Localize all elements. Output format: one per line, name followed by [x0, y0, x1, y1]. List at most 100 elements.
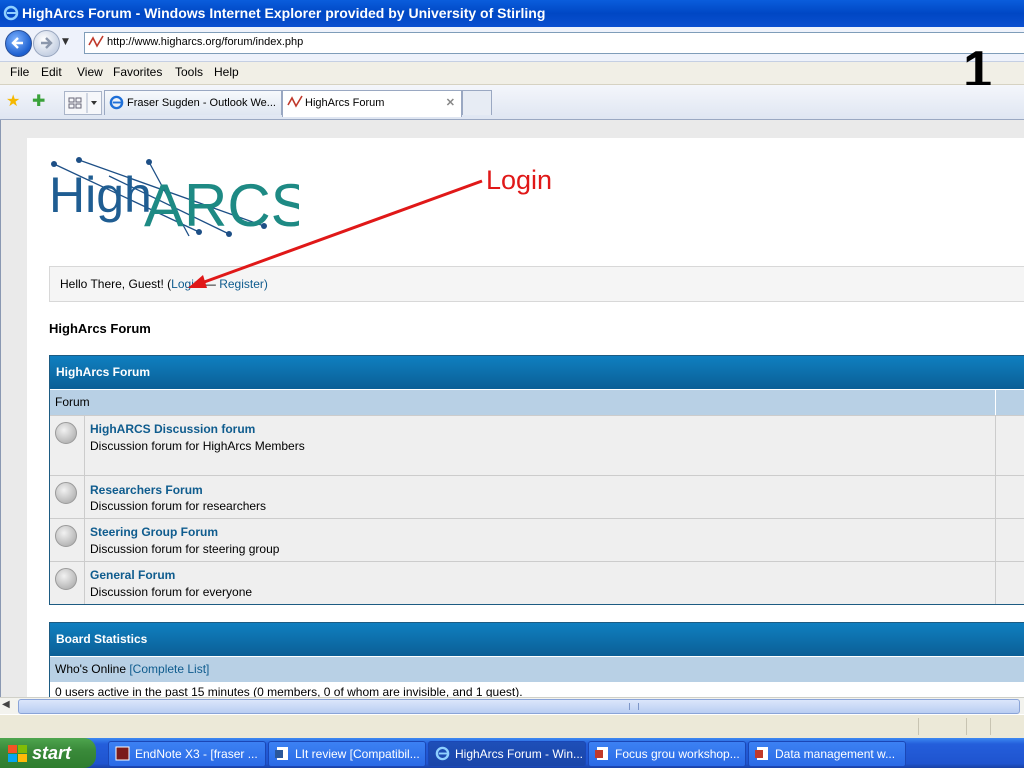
status-segment — [990, 718, 991, 735]
register-link[interactable]: Register — [219, 277, 264, 291]
tab-outlook[interactable]: Fraser Sugden - Outlook We... — [104, 90, 282, 115]
forum-stats-cell — [995, 519, 1024, 561]
word-document-icon — [595, 747, 608, 760]
start-button[interactable]: start — [0, 738, 96, 768]
internet-explorer-icon — [435, 746, 450, 761]
column-forum-label: Forum — [55, 395, 90, 409]
table-row: General Forum Discussion forum for every… — [50, 561, 1024, 604]
column-divider — [995, 390, 1024, 415]
board-statistics-table: Board Statistics Who's Online [Complete … — [49, 622, 1024, 697]
complete-list-link[interactable]: [Complete List] — [129, 662, 209, 676]
svg-text:ARCS: ARCS — [144, 172, 299, 238]
tab-label: Fraser Sugden - Outlook We... — [127, 97, 276, 109]
welcome-greeting: Hello There, Guest! ( — [60, 277, 172, 291]
endnote-icon — [115, 746, 130, 761]
window-title: HighArcs Forum - Windows Internet Explor… — [22, 5, 546, 21]
internet-explorer-icon — [3, 5, 19, 21]
tab-bar: ★ ✚ Fraser Sugden - Outlook We... HighAr… — [0, 85, 1024, 120]
horizontal-scrollbar[interactable]: ◀ — [0, 697, 1024, 714]
taskbar-item-data-management[interactable]: Data management w... — [748, 741, 906, 767]
taskbar-item-internet-explorer[interactable]: HighArcs Forum - Win... — [428, 741, 586, 767]
table-row: Steering Group Forum Discussion forum fo… — [50, 518, 1024, 561]
table-row: Researchers Forum Discussion forum for r… — [50, 475, 1024, 518]
close-tab-icon[interactable]: ✕ — [446, 91, 455, 115]
forward-arrow-icon — [41, 37, 53, 49]
welcome-separator: — — [200, 277, 220, 291]
forward-button[interactable] — [33, 30, 60, 57]
forum-status-icon — [50, 562, 85, 604]
back-arrow-icon — [11, 37, 23, 49]
forum-link-steering-group[interactable]: Steering Group Forum — [90, 525, 218, 539]
menu-help[interactable]: Help — [214, 65, 239, 79]
forum-status-icon — [50, 476, 85, 518]
tab-higharcs-forum[interactable]: HighArcs Forum ✕ — [282, 90, 462, 117]
task-label: EndNote X3 - [fraser ... — [135, 747, 258, 761]
new-tab-button[interactable] — [462, 90, 492, 115]
status-bar — [0, 714, 1024, 739]
forum-column-header: Forum — [50, 389, 1024, 415]
whos-online-label: Who's Online — [55, 662, 126, 676]
forum-description: Discussion forum for HighArcs Members — [90, 439, 305, 453]
taskbar-item-endnote[interactable]: EndNote X3 - [fraser ... — [108, 741, 266, 767]
windows-taskbar: start EndNote X3 - [fraser ... LIt revie… — [0, 738, 1024, 768]
start-label: start — [32, 743, 72, 763]
scrollbar-thumb[interactable] — [18, 699, 1020, 714]
menu-tools[interactable]: Tools — [175, 65, 203, 79]
status-segment — [966, 718, 967, 735]
svg-text:High: High — [49, 167, 152, 223]
windows-flag-icon — [8, 745, 27, 762]
higharcs-logo: High ARCS — [49, 157, 299, 238]
taskbar-item-word-doc[interactable]: LIt review [Compatibil... — [268, 741, 426, 767]
login-annotation-label: Login — [486, 165, 553, 195]
forum-link-higharcs-discussion[interactable]: HighARCS Discussion forum — [90, 422, 255, 436]
address-url: http://www.higharcs.org/forum/index.php — [107, 36, 304, 48]
quick-tabs-icon — [68, 93, 97, 113]
active-users-text: 0 users active in the past 15 minutes (0… — [55, 685, 523, 697]
task-label: Data management w... — [775, 747, 896, 761]
menu-bar: File Edit View Favorites Tools Help — [0, 62, 1024, 85]
forum-description: Discussion forum for steering group — [90, 542, 280, 556]
quick-tabs-button[interactable] — [64, 91, 102, 115]
back-button[interactable] — [5, 30, 32, 57]
forum-status-icon — [50, 416, 85, 475]
whos-online-row: Who's Online [Complete List] — [50, 656, 1024, 682]
history-dropdown-icon[interactable]: ▼ — [62, 37, 69, 47]
navigation-bar: ▼ http://www.higharcs.org/forum/index.ph… — [0, 27, 1024, 62]
forum-stats-cell — [995, 562, 1024, 604]
board-statistics-header: Board Statistics — [50, 623, 1024, 656]
forum-page: High ARCS Hello There, Guest! (Login — R… — [27, 138, 1024, 697]
add-favorite-icon[interactable]: ✚ — [32, 91, 45, 110]
word-document-icon — [755, 747, 768, 760]
menu-favorites[interactable]: Favorites — [113, 65, 162, 79]
internet-explorer-icon — [109, 95, 124, 110]
task-label: LIt review [Compatibil... — [295, 747, 420, 761]
word-document-icon — [275, 747, 288, 760]
menu-edit[interactable]: Edit — [41, 65, 62, 79]
address-bar[interactable]: http://www.higharcs.org/forum/index.php — [84, 32, 1024, 54]
status-segment — [918, 718, 919, 735]
forum-status-icon — [50, 519, 85, 561]
site-favicon-icon — [287, 95, 303, 108]
forum-description: Discussion forum for everyone — [90, 585, 253, 599]
forum-table: HighArcs Forum Forum HighARCS Discussion… — [49, 355, 1024, 605]
page-title: HighArcs Forum — [49, 321, 151, 336]
favorites-star-icon[interactable]: ★ — [6, 91, 20, 110]
window-title-bar[interactable]: HighArcs Forum - Windows Internet Explor… — [0, 0, 1024, 27]
table-row: HighARCS Discussion forum Discussion for… — [50, 415, 1024, 475]
forum-table-header[interactable]: HighArcs Forum — [50, 356, 1024, 389]
taskbar-item-focus-group[interactable]: Focus grou workshop... — [588, 741, 746, 767]
scroll-left-icon[interactable]: ◀ — [2, 699, 16, 713]
forum-link-researchers[interactable]: Researchers Forum — [90, 483, 203, 497]
forum-stats-cell — [995, 476, 1024, 518]
forum-link-general[interactable]: General Forum — [90, 568, 175, 582]
menu-view[interactable]: View — [77, 65, 103, 79]
login-link[interactable]: Login — [171, 277, 200, 291]
menu-file[interactable]: File — [10, 65, 29, 79]
site-favicon-icon — [88, 35, 104, 48]
welcome-close: ) — [263, 277, 268, 291]
welcome-bar: Hello There, Guest! (Login — Register) — [49, 266, 1024, 302]
forum-description: Discussion forum for researchers — [90, 499, 267, 513]
browser-viewport: High ARCS Hello There, Guest! (Login — R… — [0, 120, 1024, 697]
task-label: Focus grou workshop... — [615, 747, 740, 761]
forum-stats-cell — [995, 416, 1024, 475]
